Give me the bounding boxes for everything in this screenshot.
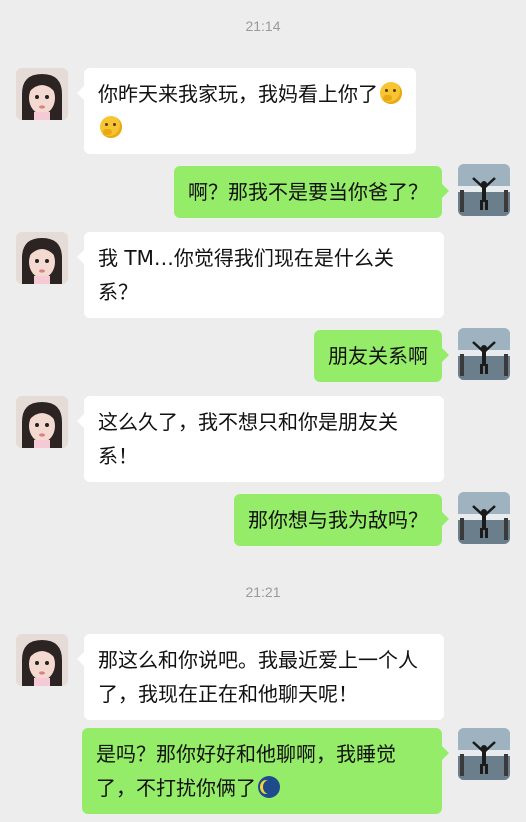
message-text: 啊？那我不是要当你爸了？ [188, 180, 428, 204]
thinking-face-icon [380, 82, 402, 104]
message-bubble[interactable]: 我 TM…你觉得我们现在是什么关系？ [77, 232, 444, 318]
avatar-self[interactable] [458, 164, 510, 216]
message-bubble[interactable]: 朋友关系啊 [314, 330, 449, 382]
thinking-face-icon [100, 116, 122, 138]
avatar-contact[interactable] [16, 634, 68, 686]
message-bubble[interactable]: 你昨天来我家玩，我妈看上你了 [77, 68, 416, 154]
avatar-contact[interactable] [16, 68, 68, 120]
avatar-contact[interactable] [16, 396, 68, 448]
message-text: 那这么和你说吧。我最近爱上一个人了，我现在正在和他聊天呢！ [98, 648, 418, 706]
sleeping-moon-icon [258, 776, 280, 798]
avatar-self[interactable] [458, 328, 510, 380]
avatar-contact[interactable] [16, 232, 68, 284]
message-bubble[interactable]: 那这么和你说吧。我最近爱上一个人了，我现在正在和他聊天呢！ [77, 634, 444, 720]
message-bubble[interactable]: 这么久了，我不想只和你是朋友关系！ [77, 396, 444, 482]
message-text: 我 TM…你觉得我们现在是什么关系？ [98, 246, 394, 304]
timestamp: 21:21 [245, 584, 281, 600]
avatar-self[interactable] [458, 728, 510, 780]
message-text: 你昨天来我家玩，我妈看上你了 [98, 82, 378, 106]
message-text: 朋友关系啊 [328, 344, 428, 368]
message-bubble[interactable]: 是吗？那你好好和他聊啊，我睡觉了，不打扰你俩了 [82, 728, 449, 814]
message-bubble[interactable]: 那你想与我为敌吗？ [234, 494, 449, 546]
message-text: 是吗？那你好好和他聊啊，我睡觉了，不打扰你俩了 [96, 742, 396, 800]
message-text: 这么久了，我不想只和你是朋友关系！ [98, 410, 398, 468]
timestamp: 21:14 [245, 18, 281, 34]
avatar-self[interactable] [458, 492, 510, 544]
message-bubble[interactable]: 啊？那我不是要当你爸了？ [174, 166, 449, 218]
message-text: 那你想与我为敌吗？ [248, 508, 428, 532]
